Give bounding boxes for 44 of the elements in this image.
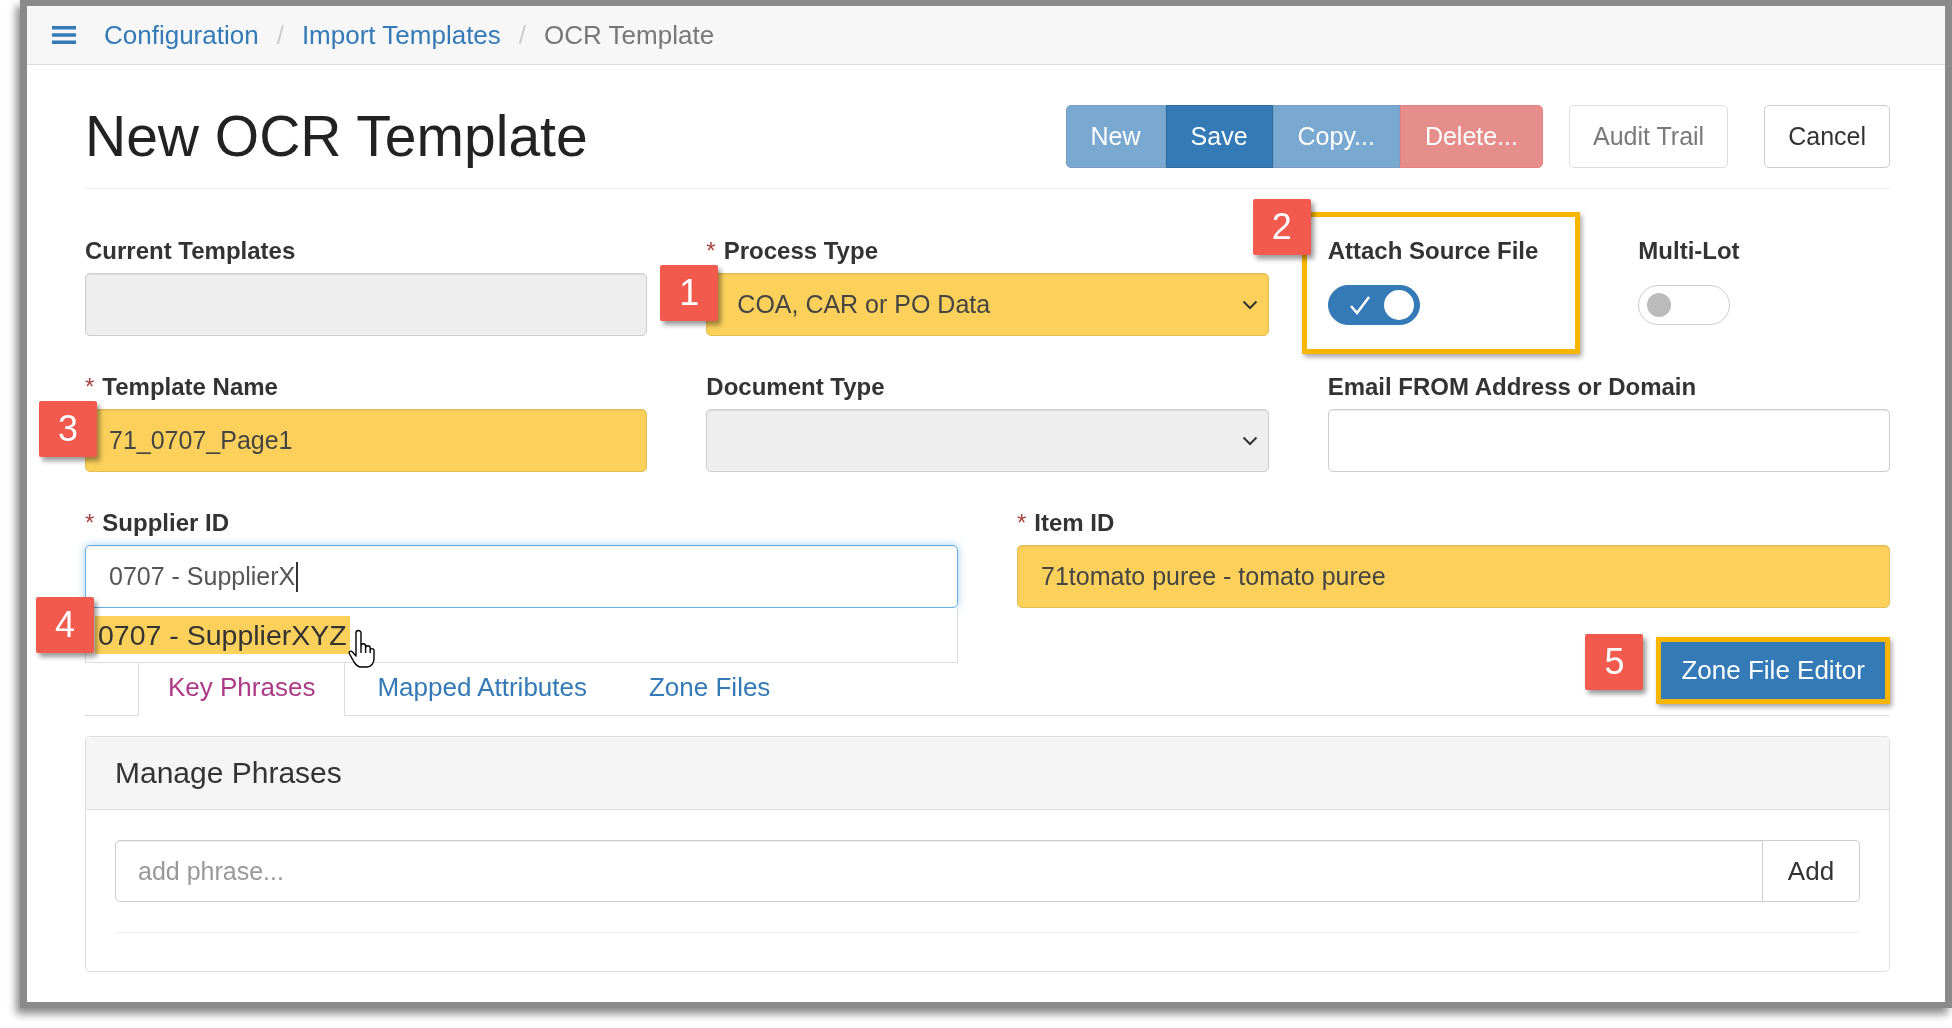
add-button[interactable]: Add <box>1763 840 1860 902</box>
action-button[interactable]: Save <box>1165 105 1273 168</box>
toggle-switch[interactable] <box>1638 284 1731 325</box>
chevron-down-icon <box>1241 435 1258 446</box>
field-label: Document Type <box>706 373 885 400</box>
callout-badge: 1 <box>660 265 719 321</box>
select-field[interactable]: COA, CAR or PO Data <box>706 273 1269 336</box>
input-field[interactable]: 71tomato puree - tomato puree <box>1017 545 1890 608</box>
callout-badge: 2 <box>1252 199 1311 255</box>
field-label: Item ID <box>1034 509 1115 536</box>
callout-badge: 4 <box>36 597 94 653</box>
input-field[interactable]: 71_0707_Page1 <box>85 409 648 472</box>
required-asterisk: * <box>85 509 95 536</box>
field-label: Email FROM Address or Domain <box>1327 373 1697 400</box>
input-field[interactable] <box>1327 409 1890 472</box>
required-asterisk: * <box>85 373 95 400</box>
tab[interactable]: Zone Files <box>619 659 801 716</box>
menu-icon[interactable] <box>52 26 76 44</box>
breadcrumb-item[interactable]: Import Templates <box>301 19 501 51</box>
phrase-input[interactable]: add phrase... <box>115 840 1763 902</box>
page-title: New OCR Template <box>85 105 589 168</box>
panel-title: Manage Phrases <box>115 756 342 790</box>
field-label: Current Templates <box>85 237 296 264</box>
action-button[interactable]: Cancel <box>1764 105 1890 168</box>
callout-badge: 5 <box>1585 634 1644 690</box>
field-label: Template Name <box>102 373 278 400</box>
breadcrumb-separator: / <box>517 19 528 51</box>
chevron-down-icon <box>1241 299 1258 310</box>
breadcrumb-separator: / <box>275 19 285 51</box>
field-label: Supplier ID <box>102 509 230 536</box>
breadcrumb-item: OCR Template <box>544 19 715 51</box>
required-asterisk: * <box>1017 509 1027 536</box>
required-asterisk: * <box>706 237 716 264</box>
check-icon <box>1348 294 1371 315</box>
input-field[interactable]: 0707 - SupplierX <box>85 545 958 608</box>
zone-file-editor-button[interactable]: Zone File Editor <box>1656 637 1890 704</box>
field-label: Multi-Lot <box>1638 237 1740 264</box>
callout-badge: 3 <box>39 401 97 457</box>
toggle-switch[interactable] <box>1327 284 1420 325</box>
tab[interactable]: Mapped Attributes <box>347 659 617 716</box>
field-label: Process Type <box>723 237 878 264</box>
field-label: Attach Source File <box>1327 237 1539 264</box>
text-cursor-icon <box>296 561 299 592</box>
breadcrumb-item[interactable]: Configuration <box>104 19 259 51</box>
